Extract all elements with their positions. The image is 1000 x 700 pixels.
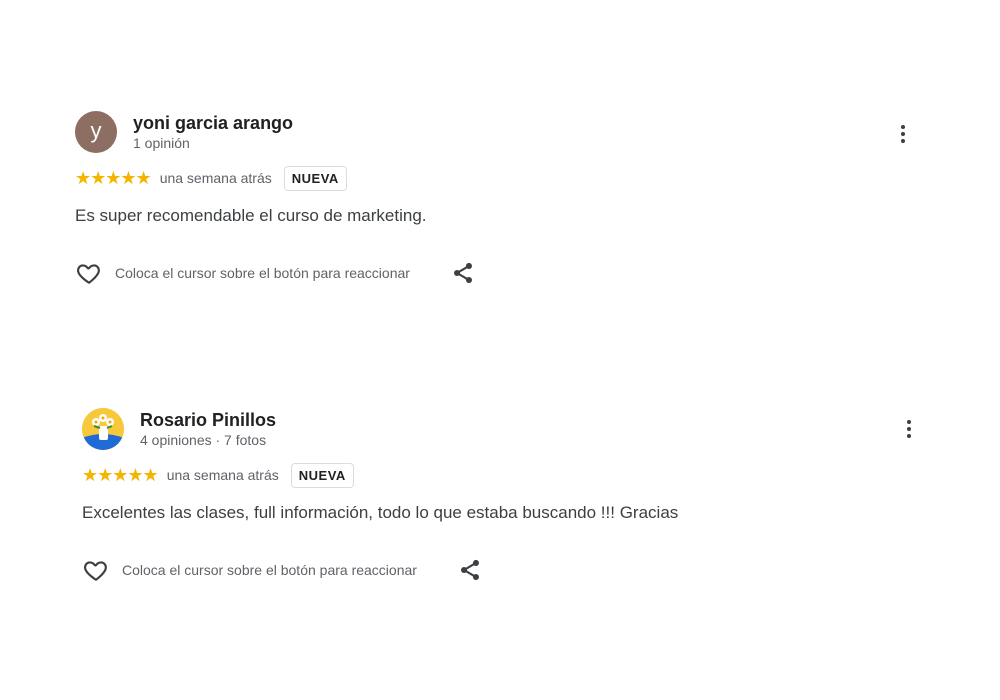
rating-row: ★★★★★ una semana atrás NUEVA [75,165,347,191]
new-badge: NUEVA [283,165,347,191]
star-rating: ★★★★★ [75,167,152,188]
review-actions: Coloca el cursor sobre el botón para rea… [82,556,483,584]
review-actions: Coloca el cursor sobre el botón para rea… [75,259,476,287]
more-options-icon[interactable] [891,122,915,146]
share-icon[interactable] [450,260,476,286]
reviewer-meta: 1 opinión [133,135,190,151]
reviewer-name[interactable]: yoni garcia arango [133,113,293,134]
reviewer-name[interactable]: Rosario Pinillos [140,410,276,431]
more-options-icon[interactable] [897,417,921,441]
review-card: Rosario Pinillos 4 opiniones · 7 fotos ★… [82,407,942,607]
review-card: y yoni garcia arango 1 opinión ★★★★★ una… [75,110,935,310]
review-text: Excelentes las clases, full información,… [82,503,679,522]
rating-row: ★★★★★ una semana atrás NUEVA [82,462,354,488]
avatar[interactable] [82,408,124,450]
review-date: una semana atrás [166,467,279,483]
heart-icon[interactable] [82,557,110,583]
new-badge: NUEVA [290,462,354,488]
avatar-photo-icon [82,408,124,450]
avatar[interactable]: y [75,111,117,153]
heart-icon[interactable] [75,260,103,286]
react-hint: Coloca el cursor sobre el botón para rea… [122,562,417,578]
reviewer-meta: 4 opiniones · 7 fotos [140,432,267,448]
star-rating: ★★★★★ [82,464,159,485]
review-date: una semana atrás [159,170,272,186]
share-icon[interactable] [457,557,483,583]
review-text: Es super recomendable el curso de market… [75,206,427,225]
react-hint: Coloca el cursor sobre el botón para rea… [115,265,410,281]
